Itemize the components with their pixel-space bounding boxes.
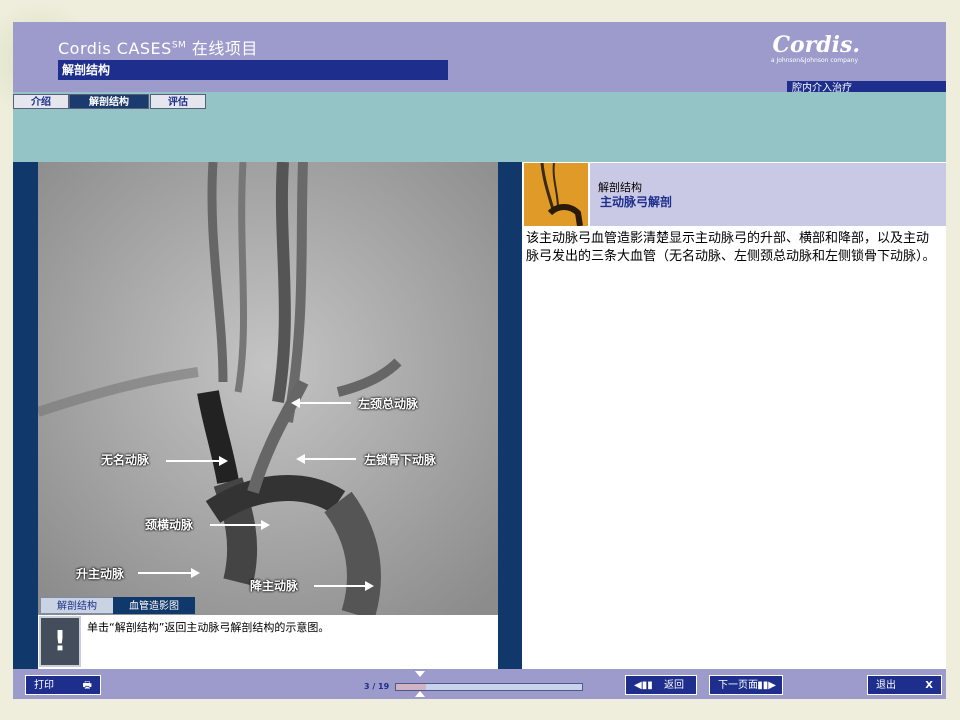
printer-icon: 🖶 (82, 680, 92, 691)
exit-button[interactable]: 退出 X (867, 675, 942, 695)
next-label: 下一页面 (718, 680, 758, 691)
subtab-anatomy[interactable]: 解剖结构 (40, 597, 114, 614)
angiogram-image: 左颈总动脉 无名动脉 左锁骨下动脉 颈横动脉 升主动脉 降主动脉 (38, 162, 498, 615)
back-arrow-icon: ◀▮▮ (634, 680, 653, 691)
exit-label: 退出 (876, 680, 896, 691)
thumbnail-drawing (524, 163, 588, 226)
info-header: 解剖结构 主动脉弓解剖 (590, 163, 946, 226)
back-label: 返回 (664, 680, 684, 691)
tab-assessment[interactable]: 评估 (150, 94, 206, 109)
arrow-ascending (138, 568, 200, 578)
print-label: 打印 (34, 680, 54, 691)
tab-band: 介绍 解剖结构 评估 (13, 92, 946, 162)
arrow-left-subclavian (296, 454, 356, 464)
arrow-innominate (166, 456, 228, 466)
footer-bar: 打印 🖶 3 / 19 ◀▮▮ 返回 下一页面 ▮▮▶ 退出 X (13, 669, 946, 699)
exclamation-icon: ! (39, 616, 81, 667)
arrow-descending (314, 581, 374, 591)
cordis-logo: Cordis. (772, 32, 860, 58)
tab-intro[interactable]: 介绍 (13, 94, 69, 109)
next-arrow-icon: ▮▮▶ (757, 680, 776, 691)
header: Cordis CASESSM 在线项目 解剖结构 Cordis. a Johns… (13, 22, 946, 97)
middle-rail (498, 162, 522, 669)
label-left-subclavian: 左锁骨下动脉 (364, 453, 437, 467)
logo-tagline: a Johnson&Johnson company (770, 57, 858, 64)
progress-fill (396, 684, 426, 690)
app-title: Cordis CASESSM 在线项目 (58, 35, 258, 59)
subtab-angiogram[interactable]: 血管造影图 (113, 597, 195, 614)
thumbnail-image (524, 163, 588, 226)
label-descending-aorta: 降主动脉 (250, 579, 299, 593)
close-icon: X (925, 680, 933, 691)
section-title: 解剖结构 (58, 60, 448, 80)
description-text: 该主动脉弓血管造影清楚显示主动脉弓的升部、横部和降部，以及主动脉弓发出的三条大血… (526, 231, 936, 264)
app-window: Cordis CASESSM 在线项目 解剖结构 Cordis. a Johns… (13, 22, 946, 699)
print-button[interactable]: 打印 🖶 (25, 675, 101, 695)
note-text: 单击“解剖结构”返回主动脉弓解剖结构的示意图。 (87, 621, 330, 634)
tab-anatomy[interactable]: 解剖结构 (69, 94, 149, 109)
progress-slider[interactable] (395, 683, 583, 691)
arrow-transverse (210, 520, 270, 530)
left-rail (13, 162, 38, 669)
next-button[interactable]: 下一页面 ▮▮▶ (709, 675, 783, 695)
slider-bottom-marker (415, 691, 425, 697)
arrow-left-common-carotid (291, 398, 351, 408)
label-ascending-aorta: 升主动脉 (76, 567, 125, 581)
page-indicator: 3 / 19 (364, 682, 390, 691)
info-title: 主动脉弓解剖 (600, 195, 673, 209)
label-innominate: 无名动脉 (101, 453, 150, 467)
app-title-suffix: 在线项目 (186, 39, 258, 58)
app-title-text: Cordis CASES (58, 39, 172, 58)
back-button[interactable]: ◀▮▮ 返回 (625, 675, 697, 695)
label-left-common-carotid: 左颈总动脉 (358, 397, 419, 411)
app-title-sup: SM (171, 40, 187, 51)
slider-top-marker (415, 671, 425, 677)
label-transverse: 颈横动脉 (145, 518, 194, 532)
angiogram-drawing (38, 162, 498, 615)
